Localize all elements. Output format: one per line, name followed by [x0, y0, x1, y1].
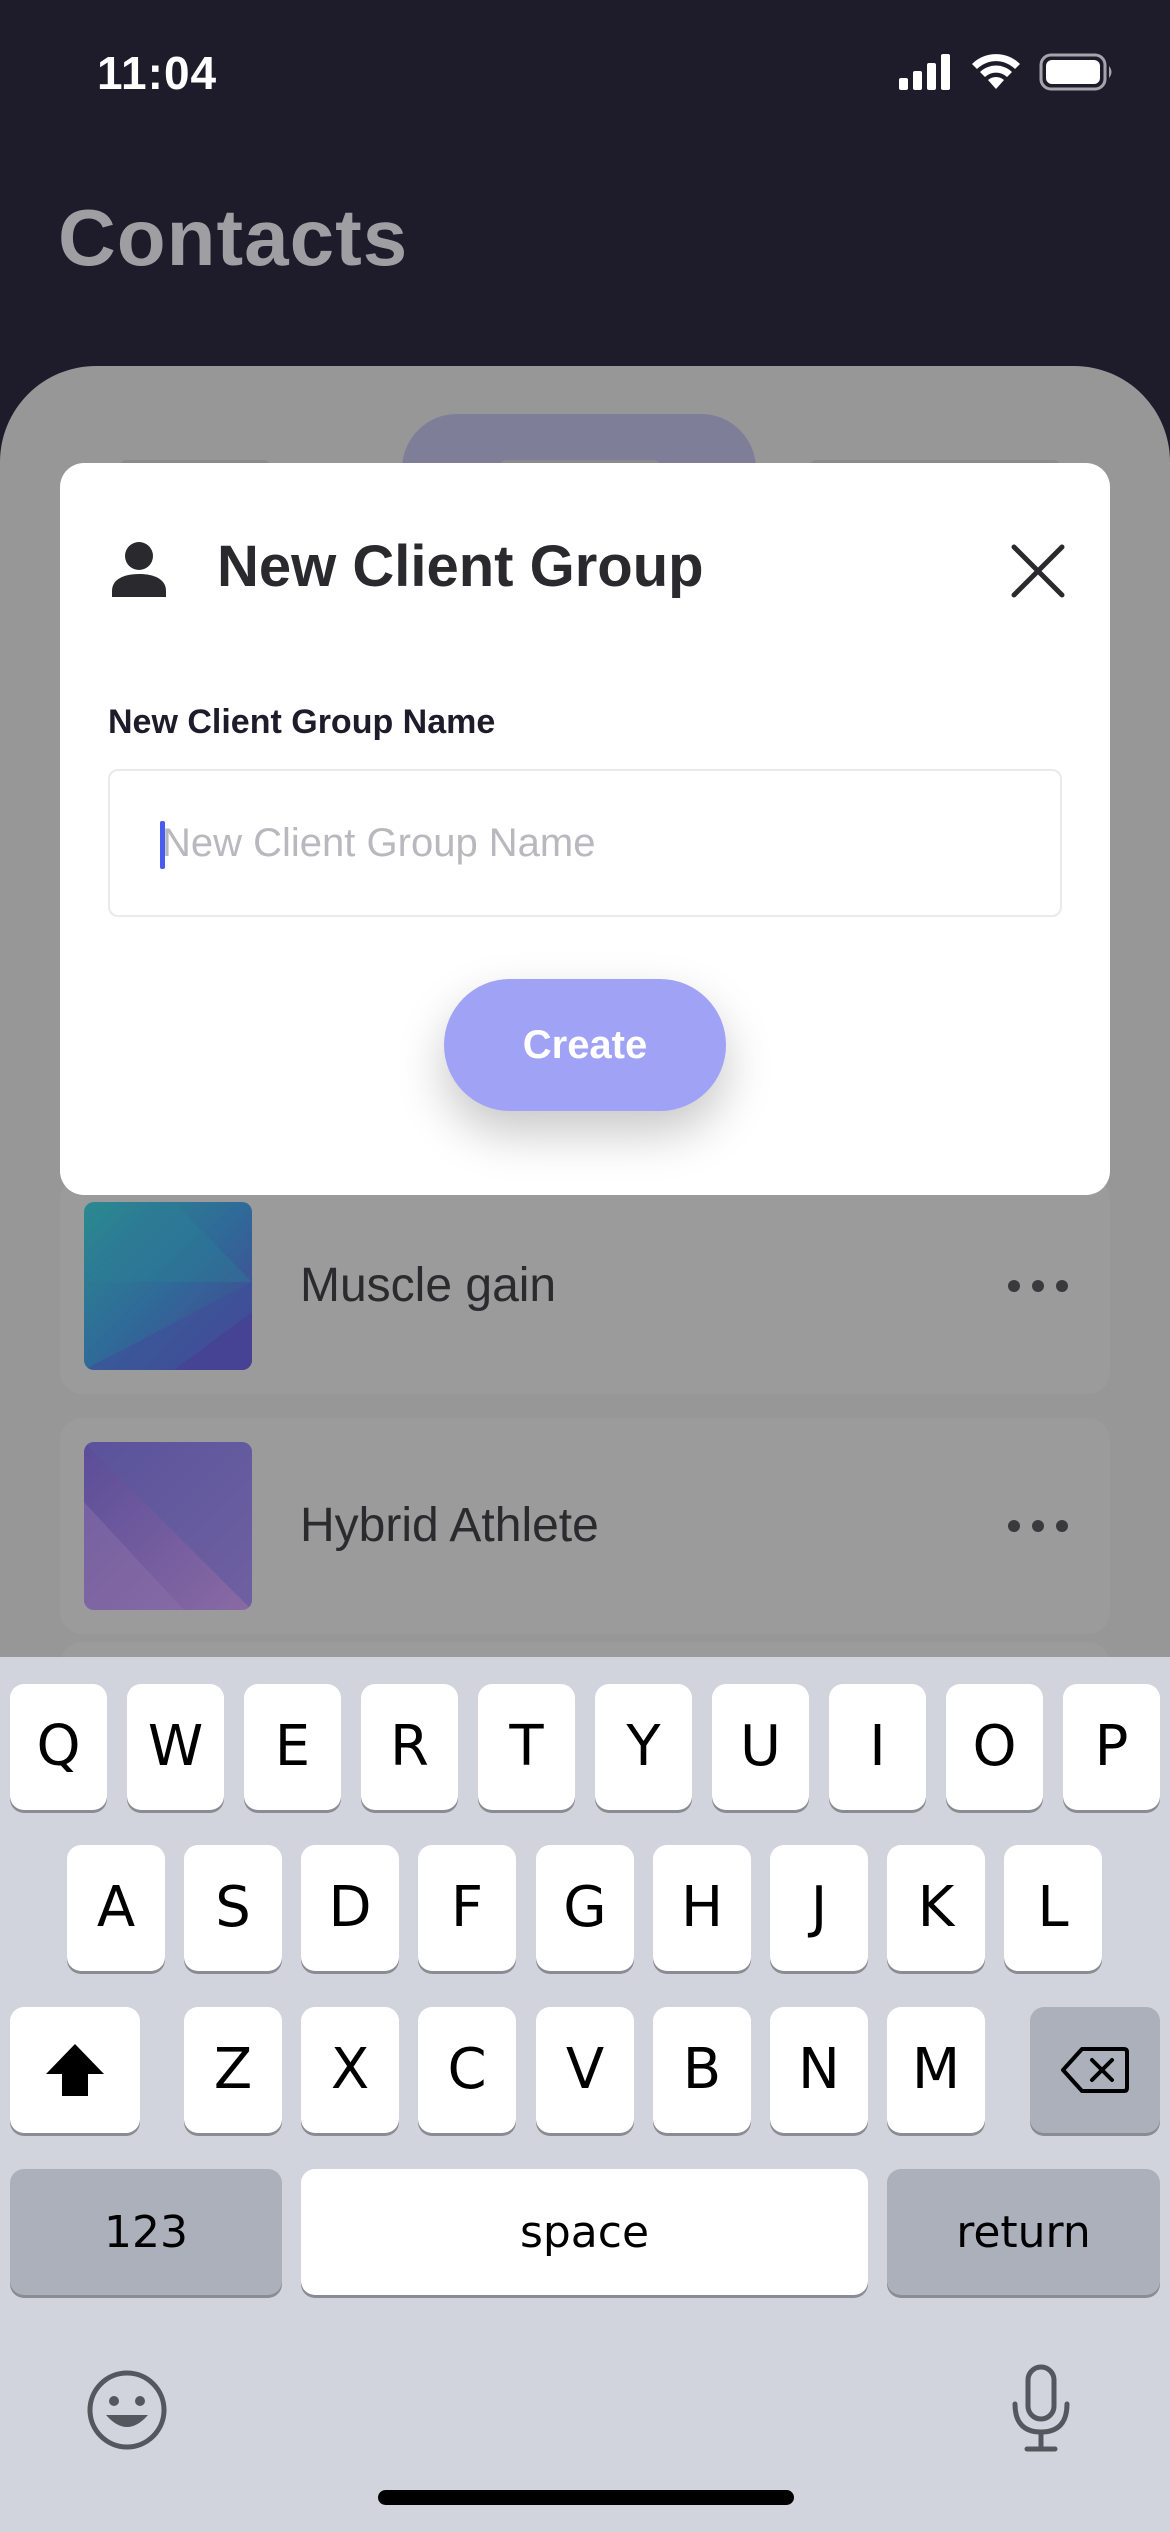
key-g[interactable]: G: [536, 1845, 634, 1971]
numbers-key[interactable]: 123: [10, 2169, 282, 2295]
key-d[interactable]: D: [301, 1845, 399, 1971]
status-time: 11:04: [97, 47, 218, 99]
key-u[interactable]: U: [712, 1684, 809, 1810]
key-r[interactable]: R: [361, 1684, 458, 1810]
key-x[interactable]: X: [301, 2007, 399, 2133]
cellular-signal-icon: [899, 54, 950, 90]
key-k[interactable]: K: [887, 1845, 985, 1971]
group-name-input[interactable]: [162, 771, 1042, 915]
home-indicator[interactable]: [378, 2490, 794, 2505]
delete-icon: [1061, 2047, 1129, 2093]
modal-title: New Client Group: [217, 534, 704, 599]
group-name: Hybrid Athlete: [300, 1499, 599, 1552]
key-i[interactable]: I: [829, 1684, 926, 1810]
key-p[interactable]: P: [1063, 1684, 1160, 1810]
new-client-group-modal: New Client Group New Client Group Name C…: [60, 463, 1110, 1195]
wifi-icon: [972, 54, 1020, 89]
page-title: Contacts: [58, 193, 409, 282]
group-name: Muscle gain: [300, 1259, 557, 1312]
key-t[interactable]: T: [478, 1684, 575, 1810]
group-thumbnail: [84, 1442, 252, 1610]
group-name-label: New Client Group Name: [108, 703, 496, 741]
more-horizontal-icon[interactable]: [1008, 1500, 1068, 1552]
return-key[interactable]: return: [887, 2169, 1160, 2295]
key-c[interactable]: C: [418, 2007, 516, 2133]
group-thumbnail: [84, 1202, 252, 1370]
user-icon: [112, 542, 166, 597]
key-v[interactable]: V: [536, 2007, 634, 2133]
group-card[interactable]: Hybrid Athlete: [60, 1418, 1110, 1634]
create-button[interactable]: Create: [444, 979, 726, 1111]
emoji-icon[interactable]: [86, 2369, 168, 2451]
key-w[interactable]: W: [127, 1684, 224, 1810]
key-m[interactable]: M: [887, 2007, 985, 2133]
microphone-icon[interactable]: [1010, 2364, 1072, 2454]
key-s[interactable]: S: [184, 1845, 282, 1971]
key-a[interactable]: A: [67, 1845, 165, 1971]
status-bar: 11:04: [0, 0, 1170, 150]
status-icons: [899, 50, 1115, 94]
group-name-field[interactable]: [108, 769, 1062, 917]
group-card[interactable]: Muscle gain: [60, 1178, 1110, 1394]
key-y[interactable]: Y: [595, 1684, 692, 1810]
key-l[interactable]: L: [1004, 1845, 1102, 1971]
shift-key[interactable]: [10, 2007, 140, 2133]
close-icon[interactable]: [1010, 543, 1066, 599]
key-j[interactable]: J: [770, 1845, 868, 1971]
space-key[interactable]: space: [301, 2169, 868, 2295]
key-q[interactable]: Q: [10, 1684, 107, 1810]
key-n[interactable]: N: [770, 2007, 868, 2133]
shift-icon: [46, 2044, 104, 2096]
more-horizontal-icon[interactable]: [1008, 1260, 1068, 1312]
delete-key[interactable]: [1030, 2007, 1160, 2133]
key-o[interactable]: O: [946, 1684, 1043, 1810]
key-b[interactable]: B: [653, 2007, 751, 2133]
key-f[interactable]: F: [418, 1845, 516, 1971]
keyboard: Q W E R T Y U I O P A S D F G H J K L Z …: [0, 1657, 1170, 2532]
key-e[interactable]: E: [244, 1684, 341, 1810]
battery-icon: [1039, 53, 1112, 91]
key-z[interactable]: Z: [184, 2007, 282, 2133]
key-h[interactable]: H: [653, 1845, 751, 1971]
